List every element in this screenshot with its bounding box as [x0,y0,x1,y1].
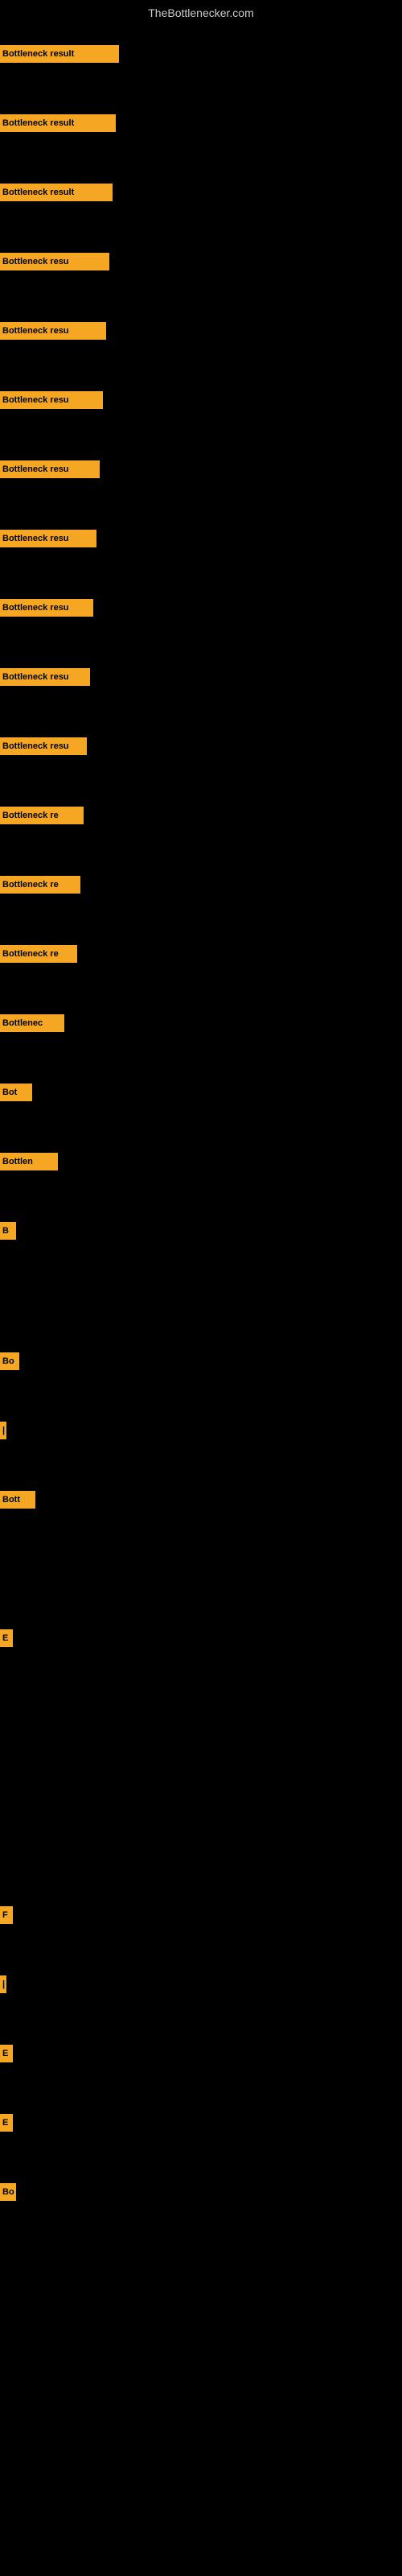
bottleneck-bar-20: | [0,1422,6,1439]
bottleneck-bar-21: Bott [0,1491,35,1509]
bottleneck-bar-14: Bottleneck re [0,945,77,963]
bottleneck-bar-5: Bottleneck resu [0,322,106,340]
bottleneck-bar-13: Bottleneck re [0,876,80,894]
bottleneck-bar-24: | [0,1975,6,1993]
bottleneck-bar-25: E [0,2045,13,2062]
bottleneck-bar-8: Bottleneck resu [0,530,96,547]
bottleneck-bar-2: Bottleneck result [0,114,116,132]
bottleneck-bar-17: Bottlen [0,1153,58,1170]
bottleneck-bar-27: Bo [0,2183,16,2201]
bottleneck-bar-19: Bo [0,1352,19,1370]
bottleneck-bar-26: E [0,2114,13,2132]
bottleneck-bar-16: Bot [0,1084,32,1101]
bottleneck-bar-22: E [0,1629,13,1647]
bottleneck-bar-6: Bottleneck resu [0,391,103,409]
bottleneck-bar-3: Bottleneck result [0,184,113,201]
bottleneck-bar-9: Bottleneck resu [0,599,93,617]
bottleneck-bar-11: Bottleneck resu [0,737,87,755]
bottleneck-bar-15: Bottlenec [0,1014,64,1032]
bottleneck-bar-7: Bottleneck resu [0,460,100,478]
bottleneck-bar-23: F [0,1906,13,1924]
bottleneck-bar-10: Bottleneck resu [0,668,90,686]
bottleneck-bar-1: Bottleneck result [0,45,119,63]
bottleneck-bar-18: B [0,1222,16,1240]
site-title: TheBottlenecker.com [0,0,402,26]
bottleneck-bar-4: Bottleneck resu [0,253,109,270]
bottleneck-bar-12: Bottleneck re [0,807,84,824]
